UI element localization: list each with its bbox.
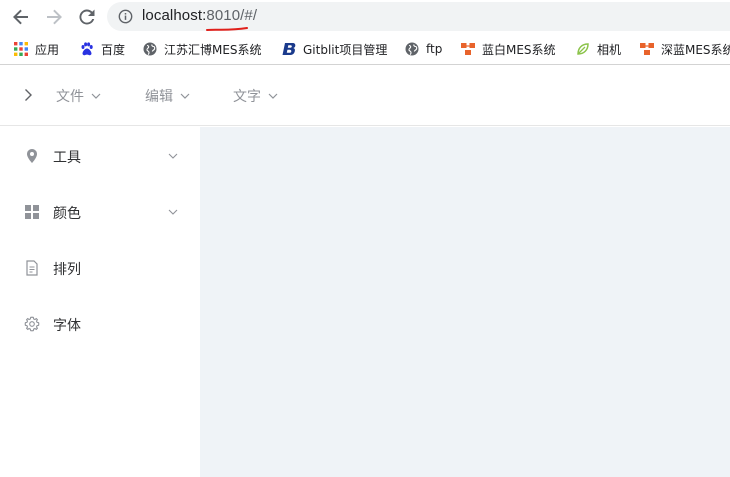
reload-button[interactable] xyxy=(75,5,99,29)
url-text[interactable]: localhost:8010/#/ xyxy=(142,7,258,31)
chevron-down-icon xyxy=(180,93,190,99)
document-icon xyxy=(26,260,38,276)
bookmarks-bar: 应用 百度 江苏汇博MES系统 Gitblit项目管理 ftp 蓝白MES系统 … xyxy=(0,33,730,65)
bookmark-label: 蓝白MES系统 xyxy=(482,42,556,57)
bookmark-label: 相机 xyxy=(597,42,622,57)
sidebar: 工具 颜色 排列 字体 xyxy=(0,127,200,477)
bookmark-label: 应用 xyxy=(35,42,60,57)
chevron-down-icon xyxy=(168,153,178,159)
back-button[interactable] xyxy=(9,5,33,29)
reload-icon xyxy=(79,9,95,25)
sidebar-item-tools[interactable]: 工具 xyxy=(0,128,200,184)
sidebar-item-arrange[interactable]: 排列 xyxy=(0,240,200,296)
menu-label: 文件 xyxy=(56,89,84,105)
forward-button[interactable] xyxy=(42,5,66,29)
bookmark-label: ftp xyxy=(426,42,443,56)
globe-icon xyxy=(405,42,419,56)
globe-icon xyxy=(143,42,157,56)
chevron-right-icon[interactable] xyxy=(20,87,36,103)
red-underline-annotation xyxy=(206,27,248,31)
sidebar-item-label: 工具 xyxy=(53,150,81,166)
location-pin-icon xyxy=(27,149,37,163)
url-host: localhost: xyxy=(142,7,207,24)
menu-label: 编辑 xyxy=(145,89,173,105)
menu-edit[interactable]: 编辑 xyxy=(145,87,190,105)
info-icon[interactable] xyxy=(118,9,133,24)
address-bar[interactable]: localhost:8010/#/ xyxy=(107,2,730,31)
menu-text[interactable]: 文字 xyxy=(233,87,278,105)
arrow-right-icon xyxy=(47,9,62,25)
bookmark-camera[interactable]: 相机 xyxy=(576,40,621,58)
arrow-left-icon xyxy=(13,9,28,25)
bookmark-jiangsu-mes[interactable]: 江苏汇博MES系统 xyxy=(143,40,262,58)
bookmark-gitblit[interactable]: Gitblit项目管理 xyxy=(282,40,387,58)
chevron-down-icon xyxy=(168,209,178,215)
main-content-area xyxy=(200,127,730,477)
sidebar-item-label: 字体 xyxy=(53,318,81,334)
bookmark-shenlan-mes[interactable]: 深蓝MES系统 xyxy=(640,40,730,58)
bookmark-baidu[interactable]: 百度 xyxy=(80,40,125,58)
sidebar-item-label: 排列 xyxy=(53,262,81,278)
url-path: 8010/#/ xyxy=(206,7,258,24)
chevron-down-icon xyxy=(268,93,278,99)
browser-toolbar: localhost:8010/#/ xyxy=(0,0,730,33)
apps-grid-icon xyxy=(14,42,28,56)
menu-file[interactable]: 文件 xyxy=(56,87,101,105)
bookmark-label: Gitblit项目管理 xyxy=(303,42,388,57)
menu-label: 文字 xyxy=(233,89,261,105)
bookmark-label: 百度 xyxy=(101,42,126,57)
bookmark-lanbai-mes[interactable]: 蓝白MES系统 xyxy=(461,40,556,58)
bookmark-label: 江苏汇博MES系统 xyxy=(164,42,262,57)
grid-icon xyxy=(25,205,39,219)
sidebar-item-color[interactable]: 颜色 xyxy=(0,184,200,240)
app-header: 文件 编辑 文字 xyxy=(0,66,730,126)
bookmark-label: 深蓝MES系统 xyxy=(661,42,730,57)
orange-blocks-icon xyxy=(461,42,475,56)
bookmark-ftp[interactable]: ftp xyxy=(405,40,442,58)
chevron-down-icon xyxy=(91,93,101,99)
orange-blocks-icon xyxy=(640,42,654,56)
sidebar-item-label: 颜色 xyxy=(53,206,81,222)
bookmark-apps[interactable]: 应用 xyxy=(14,40,59,58)
gear-icon xyxy=(24,316,40,332)
gitblit-icon xyxy=(282,42,296,56)
baidu-paw-icon xyxy=(80,42,94,56)
sidebar-item-font[interactable]: 字体 xyxy=(0,296,200,352)
leaf-icon xyxy=(576,42,590,56)
